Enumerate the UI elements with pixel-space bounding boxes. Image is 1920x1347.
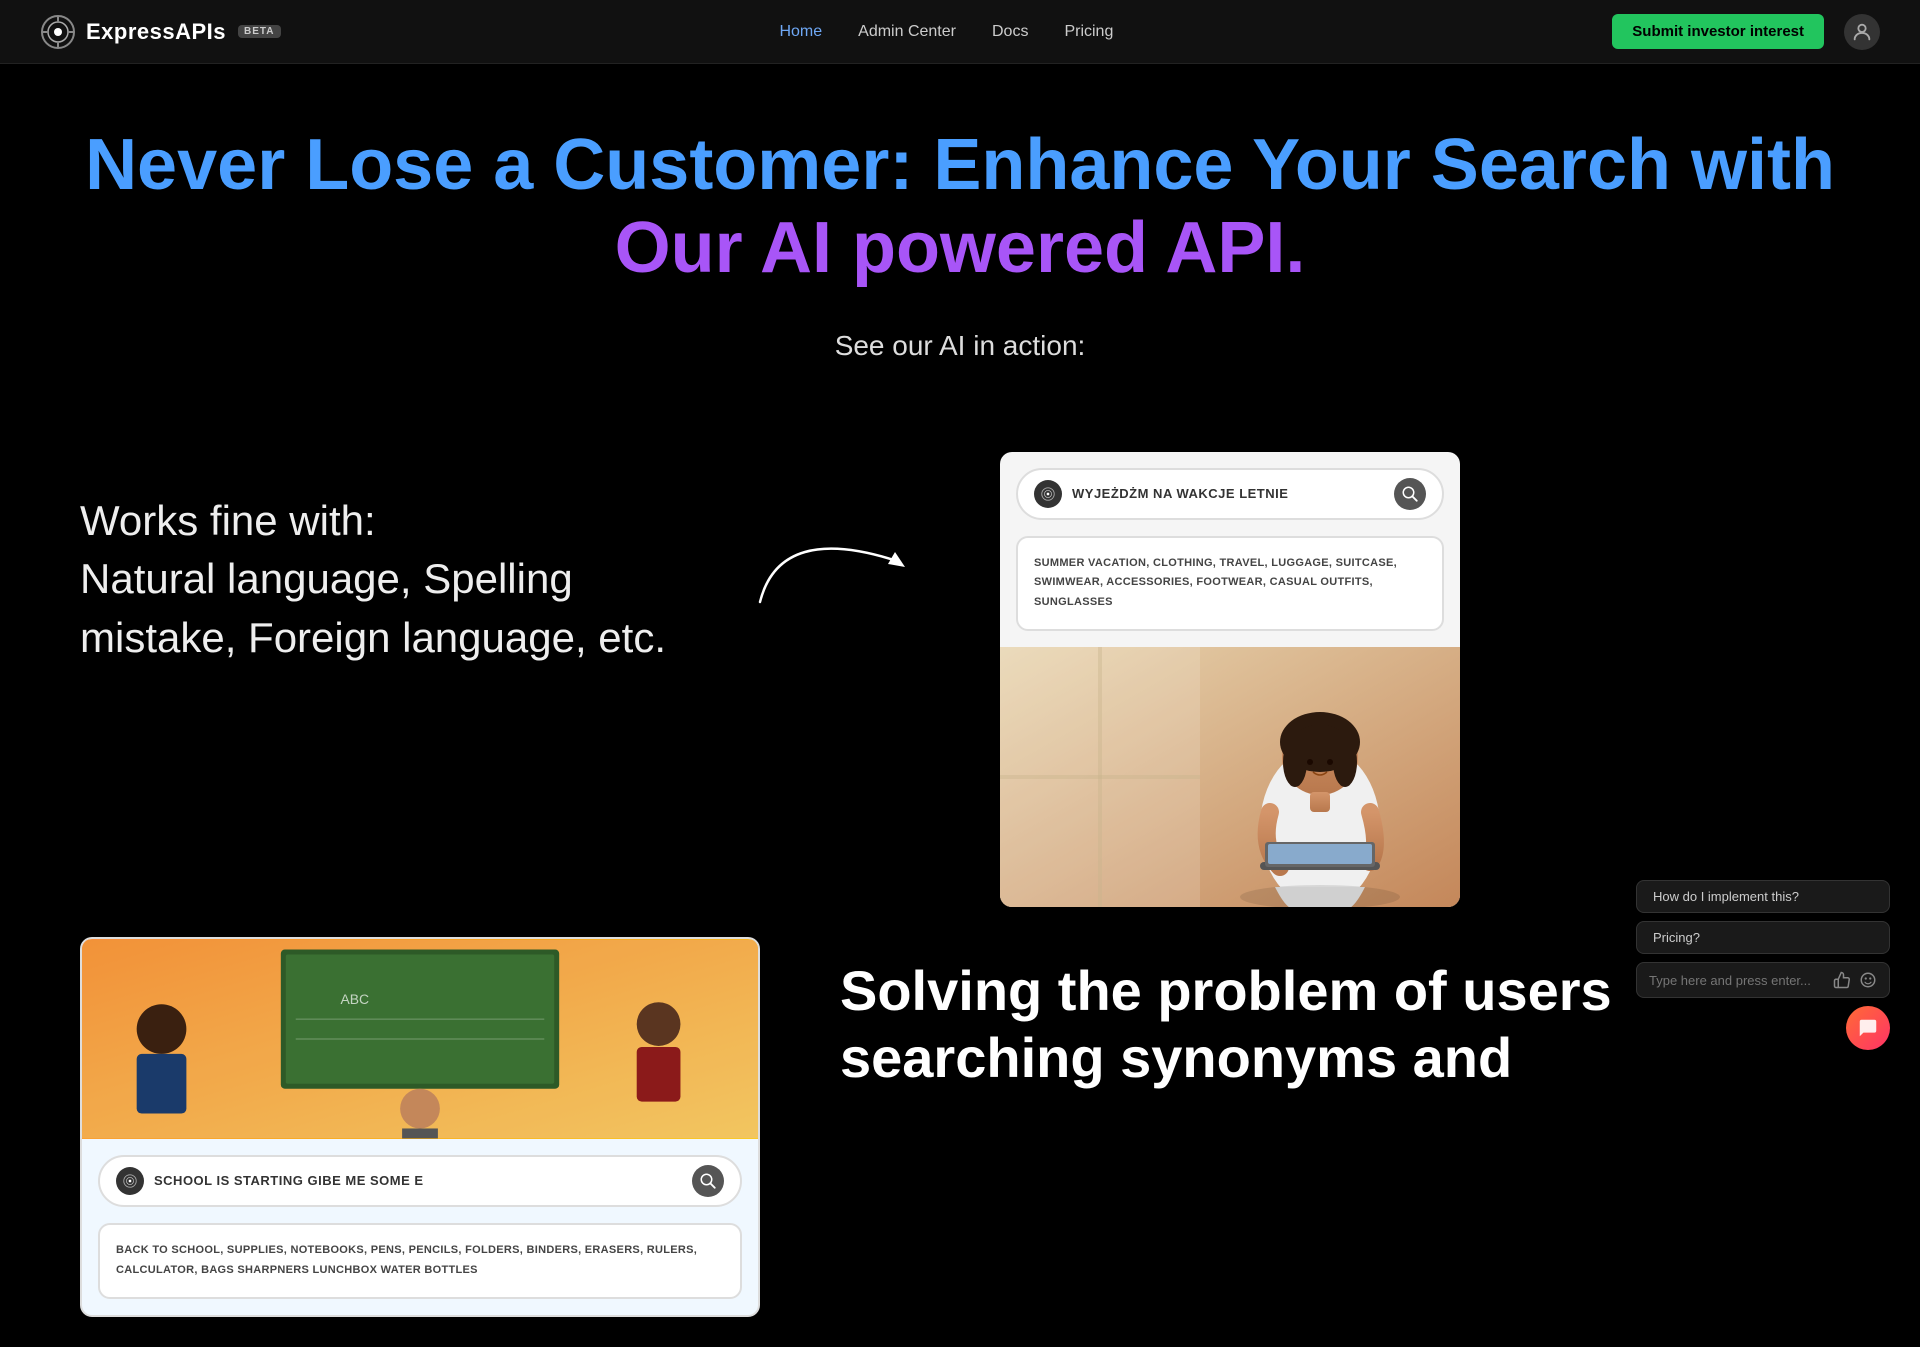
thumbs-up-icon[interactable]	[1833, 971, 1851, 989]
works-fine-text: Works fine with:Natural language, Spelli…	[80, 492, 680, 668]
nav-item-admin[interactable]: Admin Center	[858, 23, 956, 41]
hero-title-blue: Never Lose a Customer: Enhance Your Sear…	[85, 125, 1835, 205]
main-content: Works fine with:Natural language, Spelli…	[0, 452, 1920, 907]
chat-bubble-implement[interactable]: How do I implement this?	[1636, 880, 1890, 913]
demo-search-query-bottom: SCHOOL IS STARTING GIBE ME SOME E	[154, 1173, 682, 1188]
demo-card-top: WYJEŻDŻM NA WAKCJE LETNIE SUMMER VACATIO…	[1000, 452, 1460, 907]
nav-item-pricing[interactable]: Pricing	[1064, 23, 1113, 41]
chat-open-button[interactable]	[1846, 1006, 1890, 1050]
submit-investor-button[interactable]: Submit investor interest	[1612, 14, 1824, 49]
woman-illustration	[1000, 647, 1460, 907]
hero-section: Never Lose a Customer: Enhance Your Sear…	[0, 64, 1920, 452]
chat-bubble-pricing[interactable]: Pricing?	[1636, 921, 1890, 954]
nav-link-docs[interactable]: Docs	[992, 23, 1028, 40]
arrow-container	[740, 452, 940, 622]
nav-links: Home Admin Center Docs Pricing	[779, 23, 1113, 41]
hero-title-purple: Our AI powered API.	[615, 208, 1306, 288]
solving-title-text: Solving the problem of users searching s…	[840, 959, 1612, 1089]
demo-tags-text-bottom: BACK TO SCHOOL, SUPPLIES, NOTEBOOKS, PEN…	[116, 1241, 724, 1281]
demo-card-bottom: ABC	[80, 937, 760, 1317]
nav-logo-group: ExpressAPIs BETA	[40, 14, 281, 50]
demo-image-bottom: ABC	[82, 939, 758, 1139]
user-avatar[interactable]	[1844, 14, 1880, 50]
demo-tags-box-top: SUMMER VACATION, CLOTHING, TRAVEL, LUGGA…	[1016, 536, 1444, 631]
nav-link-home[interactable]: Home	[779, 23, 822, 40]
beta-badge: BETA	[238, 25, 280, 38]
demo-image-top	[1000, 647, 1460, 907]
navbar: ExpressAPIs BETA Home Admin Center Docs …	[0, 0, 1920, 64]
demo-tags-text-top: SUMMER VACATION, CLOTHING, TRAVEL, LUGGA…	[1034, 554, 1426, 613]
nav-item-home[interactable]: Home	[779, 23, 822, 41]
demo-search-magnifier-bottom[interactable]	[692, 1165, 724, 1197]
svg-text:ABC: ABC	[340, 991, 369, 1007]
demo-search-bar-bottom: SCHOOL IS STARTING GIBE ME SOME E	[98, 1155, 742, 1207]
logo-icon	[40, 14, 76, 50]
school-illustration: ABC	[82, 939, 758, 1139]
chat-input-row	[1636, 962, 1890, 998]
demo-tags-box-bottom: BACK TO SCHOOL, SUPPLIES, NOTEBOOKS, PEN…	[98, 1223, 742, 1299]
nav-right: Submit investor interest	[1612, 14, 1880, 50]
hero-subtitle: See our AI in action:	[80, 330, 1840, 362]
demo-search-magnifier-top[interactable]	[1394, 478, 1426, 510]
hero-title: Never Lose a Customer: Enhance Your Sear…	[80, 124, 1840, 290]
chat-widget: How do I implement this? Pricing?	[1636, 880, 1890, 1050]
demo-logo-icon-top	[1034, 480, 1062, 508]
demo-search-bar-top: WYJEŻDŻM NA WAKCJE LETNIE	[1016, 468, 1444, 520]
arrow-icon	[740, 502, 920, 622]
bottom-section: ABC	[0, 907, 1920, 1347]
chat-icon	[1857, 1017, 1879, 1039]
demo-search-query-top: WYJEŻDŻM NA WAKCJE LETNIE	[1072, 486, 1384, 501]
bottom-left-panel: ABC	[80, 937, 760, 1317]
nav-link-admin[interactable]: Admin Center	[858, 23, 956, 40]
demo-logo-icon-bottom	[116, 1167, 144, 1195]
nav-link-pricing[interactable]: Pricing	[1064, 23, 1113, 40]
nav-item-docs[interactable]: Docs	[992, 23, 1028, 41]
chat-input[interactable]	[1649, 973, 1825, 988]
works-fine-panel: Works fine with:Natural language, Spelli…	[80, 452, 680, 668]
logo-text: ExpressAPIs	[86, 19, 226, 45]
emoji-icon[interactable]	[1859, 971, 1877, 989]
